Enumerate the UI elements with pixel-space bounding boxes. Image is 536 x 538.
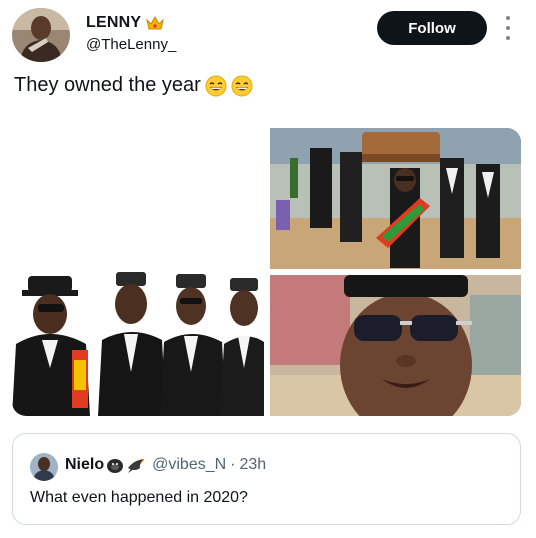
quoted-tweet-time[interactable]: 23h bbox=[240, 456, 267, 474]
quoted-author-name[interactable]: Nielo bbox=[65, 456, 104, 474]
bird-emoji bbox=[128, 459, 146, 473]
quoted-tweet-header: Nielo @vibes_N · 23h bbox=[65, 456, 266, 474]
media-grid bbox=[12, 128, 521, 416]
tweet-text: They owned the year bbox=[14, 74, 201, 96]
pallbearer-sunglasses-closeup-image[interactable] bbox=[270, 275, 521, 416]
crown-icon bbox=[145, 15, 165, 31]
pallbearers-posing-image[interactable] bbox=[12, 128, 264, 416]
grinning-sweat-emoji bbox=[231, 75, 253, 97]
quoted-author-handle[interactable]: @vibes_N bbox=[152, 456, 226, 474]
author-name-row[interactable]: LENNY bbox=[86, 14, 165, 32]
author-display-name[interactable]: LENNY bbox=[86, 14, 141, 32]
author-avatar[interactable] bbox=[12, 8, 70, 62]
more-vertical-icon[interactable] bbox=[502, 16, 514, 40]
tweet-text-row: They owned the year bbox=[14, 74, 253, 97]
grinning-sweat-emoji bbox=[205, 75, 227, 97]
follow-button[interactable]: Follow bbox=[377, 11, 487, 45]
name-emoji-badges bbox=[106, 456, 146, 474]
separator-dot: · bbox=[230, 456, 236, 473]
pallbearers-dancing-coffin-image[interactable] bbox=[270, 128, 521, 269]
gorilla-emoji bbox=[107, 459, 124, 473]
quoted-author-avatar[interactable] bbox=[30, 453, 58, 481]
author-handle[interactable]: @TheLenny_ bbox=[86, 36, 176, 53]
quoted-tweet[interactable]: Nielo @vibes_N · 23h What even happened … bbox=[12, 433, 521, 525]
quoted-tweet-text: What even happened in 2020? bbox=[30, 489, 248, 506]
